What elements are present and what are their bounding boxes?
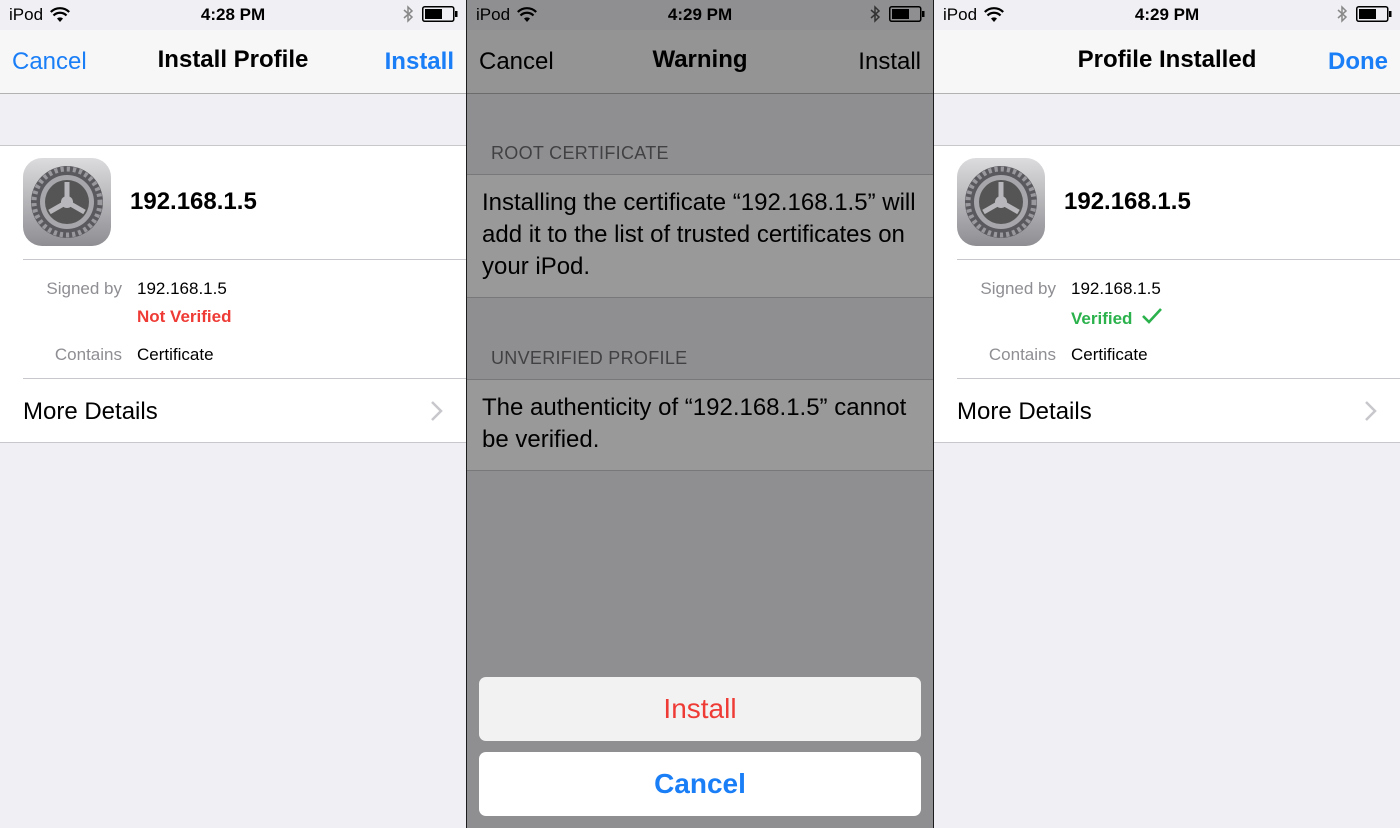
contains-label: Contains xyxy=(54,345,122,364)
verification-status: Not Verified xyxy=(137,307,232,326)
divider xyxy=(23,378,466,379)
contains-label: Contains xyxy=(988,345,1056,364)
verified-label: Verified xyxy=(1071,309,1133,328)
divider xyxy=(957,378,1400,379)
settings-gear-icon xyxy=(957,158,1045,246)
divider xyxy=(957,259,1400,260)
done-button[interactable]: Done xyxy=(1328,48,1388,76)
profile-name: 192.168.1.5 xyxy=(1064,188,1191,215)
navigation-bar: Cancel Install Profile Install xyxy=(0,30,466,94)
more-details-row[interactable]: More Details xyxy=(957,398,1092,426)
profile-name: 192.168.1.5 xyxy=(130,188,257,215)
signed-by-value: 192.168.1.5 xyxy=(1071,279,1161,298)
settings-gear-icon xyxy=(23,158,111,246)
install-profile-screen: iPod 4:28 PM Cancel Install Profile Inst… xyxy=(0,0,466,828)
profile-card: 192.168.1.5 Signed by 192.168.1.5 Not Ve… xyxy=(0,145,466,443)
battery-icon xyxy=(1356,6,1392,22)
status-time: 4:28 PM xyxy=(200,5,266,24)
battery-icon xyxy=(422,6,458,22)
sheet-cancel-button[interactable]: Cancel xyxy=(479,752,921,816)
contains-value: Certificate xyxy=(137,345,214,364)
bluetooth-icon xyxy=(1337,5,1348,23)
bluetooth-icon xyxy=(403,5,414,23)
signed-by-label: Signed by xyxy=(980,279,1056,298)
warning-screen: iPod 4:29 PM Cancel Warning Install ROOT… xyxy=(467,0,933,828)
navigation-bar: Profile Installed Done xyxy=(934,30,1400,94)
verification-status: Verified xyxy=(1071,307,1163,329)
status-bar: iPod 4:28 PM xyxy=(0,0,466,30)
status-bar: iPod 4:29 PM xyxy=(934,0,1400,30)
more-details-row[interactable]: More Details xyxy=(23,398,158,426)
signed-by-label: Signed by xyxy=(46,279,122,298)
contains-value: Certificate xyxy=(1071,345,1148,364)
signed-by-value: 192.168.1.5 xyxy=(137,279,227,298)
profile-installed-screen: iPod 4:29 PM Profile Installed Done 192.… xyxy=(934,0,1400,828)
profile-card: 192.168.1.5 Signed by 192.168.1.5 Verifi… xyxy=(934,145,1400,443)
divider xyxy=(23,259,466,260)
chevron-right-icon xyxy=(1365,401,1377,421)
sheet-install-button[interactable]: Install xyxy=(479,677,921,741)
chevron-right-icon xyxy=(431,401,443,421)
checkmark-icon xyxy=(1142,308,1163,324)
status-time: 4:29 PM xyxy=(1134,5,1200,24)
install-button[interactable]: Install xyxy=(385,48,454,76)
